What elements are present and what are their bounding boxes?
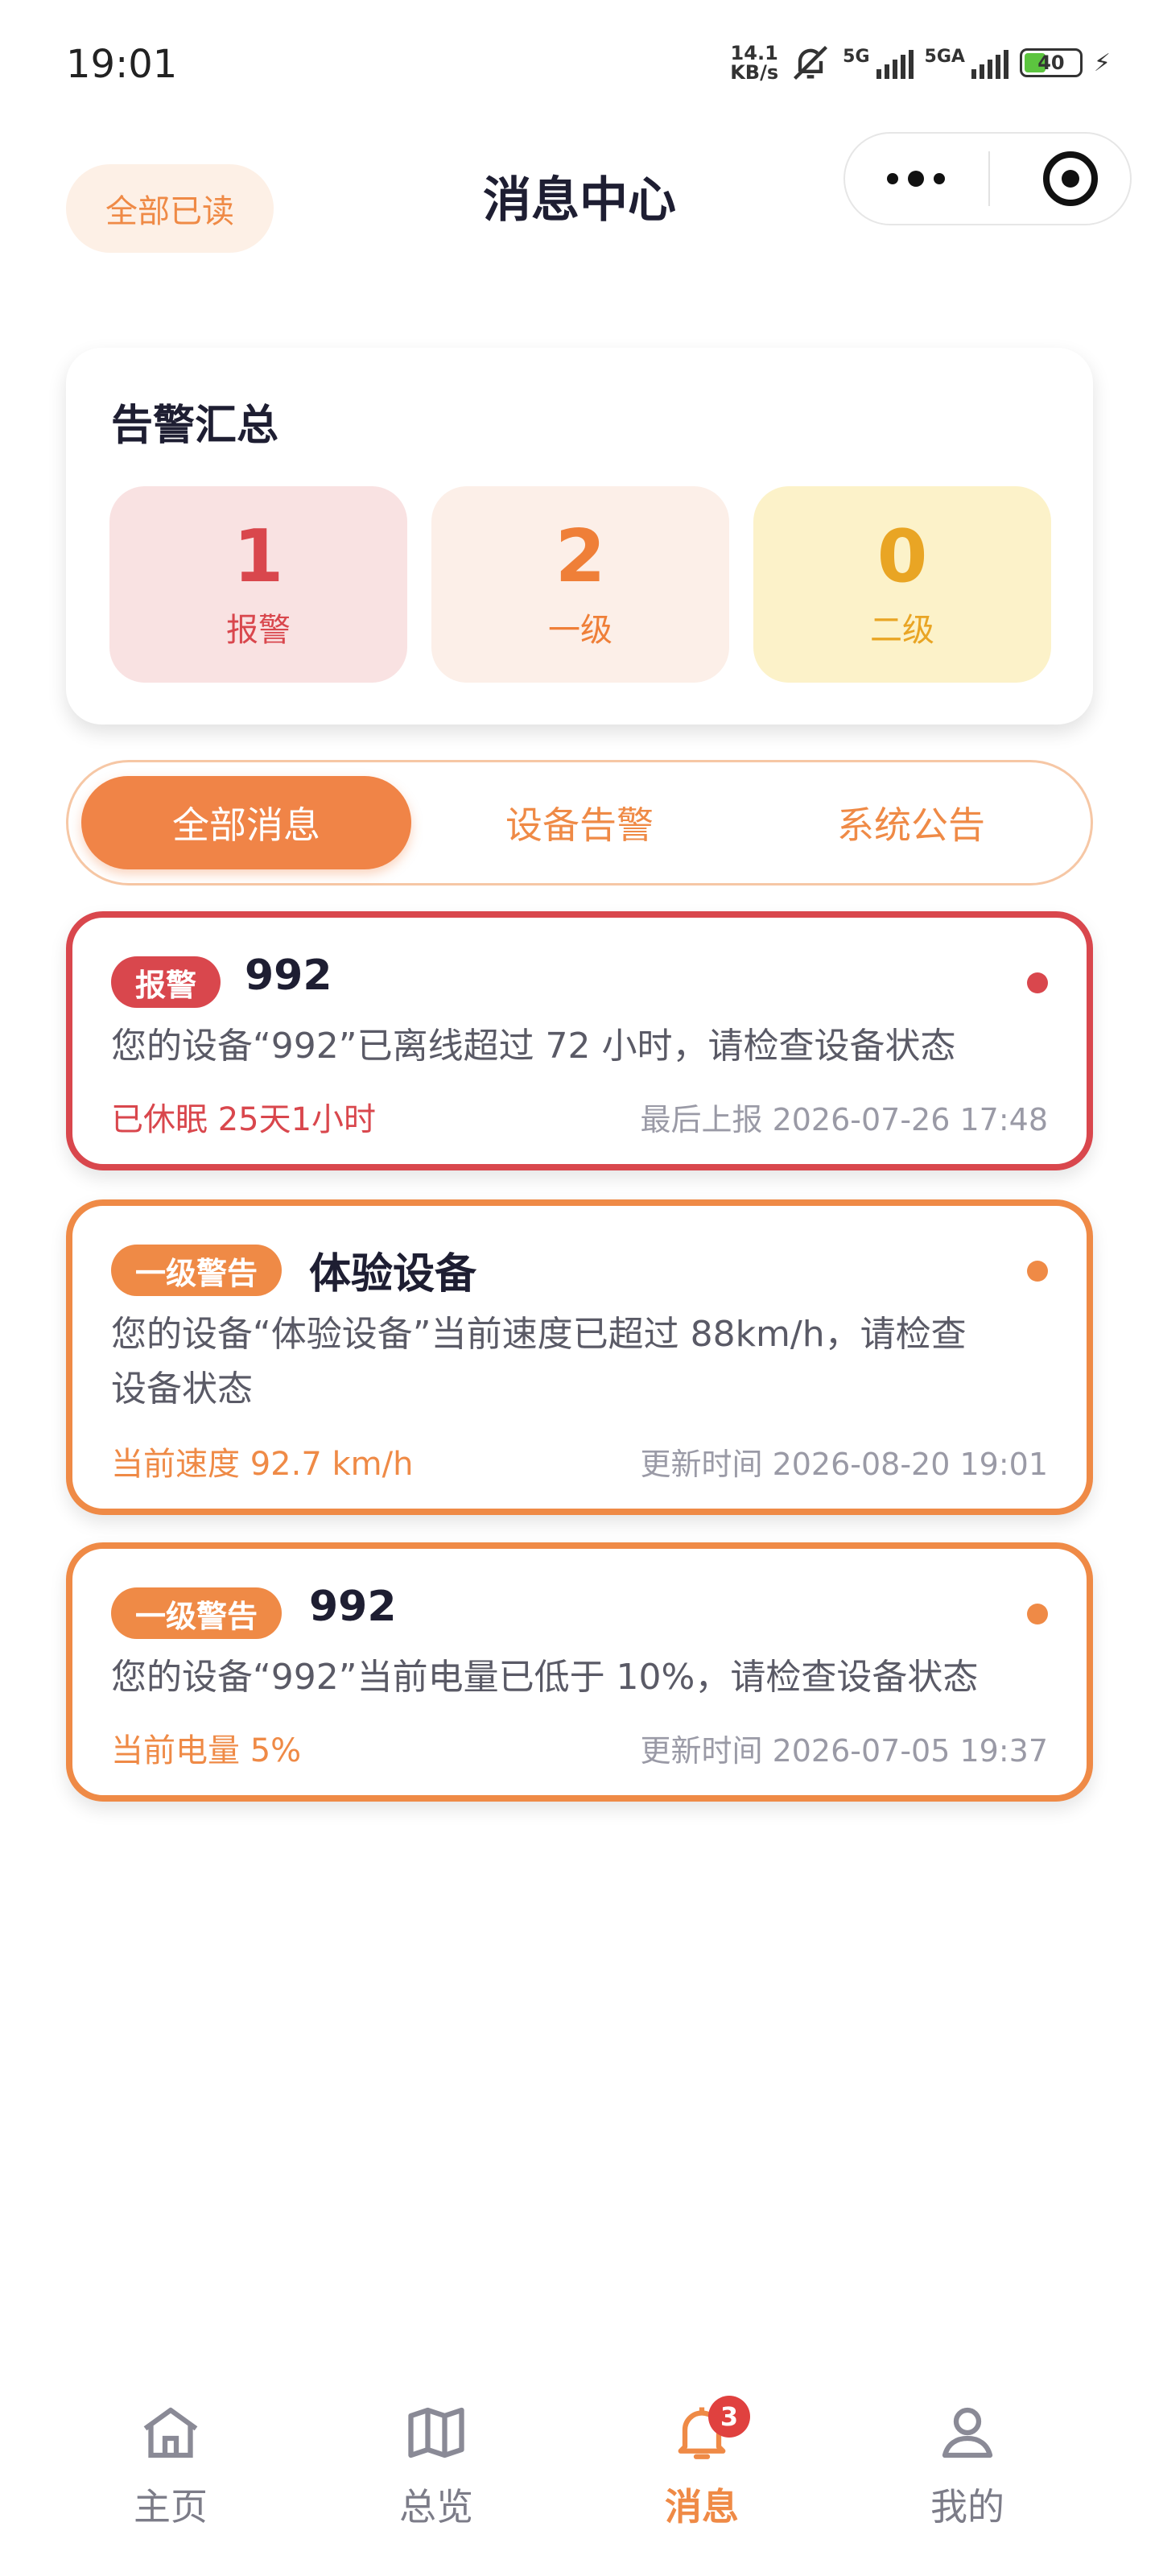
message-tabs: 全部消息 设备告警 系统公告 <box>66 760 1093 886</box>
stat-label: 报警 <box>226 612 291 649</box>
nav-label: 消息 <box>665 2485 739 2529</box>
nav-label: 我的 <box>930 2485 1004 2529</box>
nav-messages[interactable]: 3 消息 <box>621 2396 782 2531</box>
nav-overview[interactable]: 总览 <box>356 2399 517 2531</box>
user-icon <box>942 2407 993 2458</box>
mini-program-capsule <box>843 132 1132 225</box>
nav-label: 总览 <box>399 2485 473 2529</box>
tab-system-notices[interactable]: 系统公告 <box>746 776 1076 869</box>
mute-bell-icon <box>794 45 828 80</box>
nav-label: 主页 <box>134 2485 208 2529</box>
stat-alarm[interactable]: 1 报警 <box>109 486 407 683</box>
status-icons: 14.1 KB/s 5G 5GA 40 ⚡ <box>730 42 1111 84</box>
message-detail: 当前电量 5% <box>111 1732 302 1769</box>
message-body-line: 您的设备“体验设备”当前速度已超过 88km/h，请检查 <box>111 1314 967 1355</box>
tab-all-messages[interactable]: 全部消息 <box>81 776 411 869</box>
close-mini-program-icon[interactable] <box>1043 151 1098 206</box>
signal-icon: 5GA <box>925 47 1008 79</box>
stat-count: 1 <box>233 514 284 599</box>
message-body: 您的设备“992”当前电量已低于 10%，请检查设备状态 <box>111 1657 979 1698</box>
battery-icon: 40 <box>1019 48 1083 77</box>
stat-label: 一级 <box>548 612 612 649</box>
level-badge: 一级警告 <box>111 1245 283 1296</box>
signal-icon: 5G <box>843 47 914 79</box>
network-speed: 14.1 KB/s <box>730 43 778 82</box>
nav-profile[interactable]: 我的 <box>887 2399 1048 2531</box>
more-options-button[interactable] <box>887 134 945 224</box>
level-badge: 一级警告 <box>111 1587 283 1639</box>
bottom-nav: 主页 总览 3 消息 我的 <box>0 2396 1159 2576</box>
message-body: 您的设备“992”已离线超过 72 小时，请检查设备状态 <box>111 1026 956 1067</box>
device-name: 992 <box>245 952 332 1000</box>
message-detail: 当前速度 92.7 km/h <box>111 1446 414 1483</box>
stat-label: 二级 <box>870 612 934 649</box>
alert-summary-card: 告警汇总 1 报警 2 一级 0 二级 <box>66 348 1093 724</box>
message-body: 您的设备“体验设备”当前速度已超过 88km/h，请检查 设备状态 <box>111 1307 1048 1417</box>
signal-label: 5G <box>843 47 870 67</box>
summary-title: 告警汇总 <box>111 402 279 450</box>
unread-dot <box>1027 972 1048 993</box>
stat-count: 0 <box>876 514 928 599</box>
message-card[interactable]: 报警 992 您的设备“992”已离线超过 72 小时，请检查设备状态 已休眠 … <box>66 911 1093 1170</box>
message-card[interactable]: 一级警告 体验设备 您的设备“体验设备”当前速度已超过 88km/h，请检查 设… <box>66 1199 1093 1515</box>
nav-home[interactable]: 主页 <box>90 2399 251 2531</box>
charging-icon: ⚡ <box>1093 48 1111 77</box>
device-name: 992 <box>309 1583 397 1631</box>
capsule-divider <box>988 151 990 206</box>
device-name: 体验设备 <box>309 1250 477 1298</box>
network-speed-unit: KB/s <box>730 61 779 84</box>
message-time: 更新时间 2026-07-05 19:37 <box>640 1733 1048 1769</box>
message-body-line: 设备状态 <box>111 1368 253 1410</box>
unread-count-badge: 3 <box>708 2396 750 2438</box>
tab-device-alerts[interactable]: 设备告警 <box>415 776 744 869</box>
message-card[interactable]: 一级警告 992 您的设备“992”当前电量已低于 10%，请检查设备状态 当前… <box>66 1542 1093 1802</box>
unread-dot <box>1027 1604 1048 1624</box>
message-time: 最后上报 2026-07-26 17:48 <box>640 1102 1048 1137</box>
map-icon <box>408 2407 464 2458</box>
battery-level: 40 <box>1037 52 1065 74</box>
status-time: 19:01 <box>66 42 178 87</box>
stat-count: 2 <box>555 514 606 599</box>
unread-dot <box>1027 1261 1048 1282</box>
signal-label: 5GA <box>924 47 965 67</box>
home-icon <box>143 2407 198 2458</box>
message-detail: 已休眠 25天1小时 <box>111 1101 377 1138</box>
stat-level-2[interactable]: 0 二级 <box>753 486 1051 683</box>
level-badge: 报警 <box>111 956 221 1008</box>
message-time: 更新时间 2026-08-20 19:01 <box>640 1447 1048 1482</box>
stat-level-1[interactable]: 2 一级 <box>431 486 729 683</box>
network-speed-value: 14.1 <box>730 42 778 64</box>
